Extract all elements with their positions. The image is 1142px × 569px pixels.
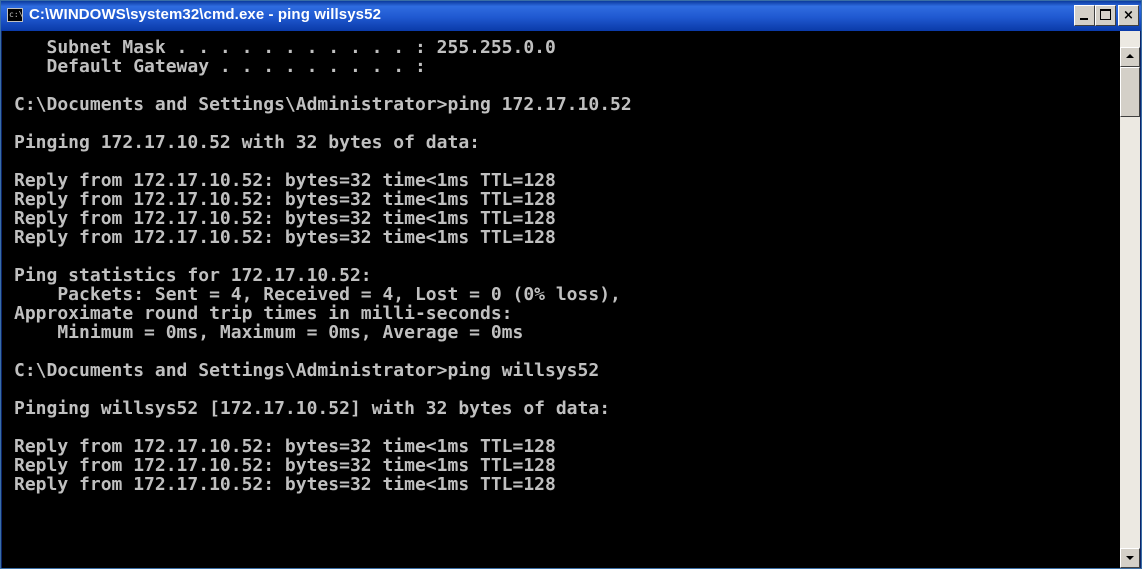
close-button[interactable]: ×	[1118, 5, 1139, 26]
minimize-icon	[1080, 18, 1088, 20]
console-line: Pinging 172.17.10.52 with 32 bytes of da…	[14, 132, 480, 153]
console-line: Reply from 172.17.10.52: bytes=32 time<1…	[14, 436, 556, 457]
console-line: Reply from 172.17.10.52: bytes=32 time<1…	[14, 170, 556, 191]
console-line: Reply from 172.17.10.52: bytes=32 time<1…	[14, 208, 556, 229]
console-output[interactable]: Subnet Mask . . . . . . . . . . . : 255.…	[2, 31, 1122, 568]
console-line: Subnet Mask . . . . . . . . . . . : 255.…	[14, 37, 556, 58]
console-line: Packets: Sent = 4, Received = 4, Lost = …	[14, 284, 621, 305]
title-bar[interactable]: c:\ C:\WINDOWS\system32\cmd.exe - ping w…	[1, 1, 1141, 31]
scroll-thumb[interactable]	[1120, 67, 1140, 117]
console-window: c:\ C:\WINDOWS\system32\cmd.exe - ping w…	[0, 0, 1142, 569]
console-line: C:\Documents and Settings\Administrator>…	[14, 360, 600, 381]
console-line: C:\Documents and Settings\Administrator>…	[14, 94, 632, 115]
maximize-button[interactable]	[1095, 5, 1116, 26]
console-line: Pinging willsys52 [172.17.10.52] with 32…	[14, 398, 611, 419]
console-line: Reply from 172.17.10.52: bytes=32 time<1…	[14, 455, 556, 476]
window-controls: ×	[1074, 5, 1139, 27]
scroll-up-button[interactable]	[1120, 47, 1140, 67]
console-line: Minimum = 0ms, Maximum = 0ms, Average = …	[14, 322, 524, 343]
minimize-button[interactable]	[1074, 5, 1095, 26]
cmd-icon[interactable]: c:\	[7, 8, 23, 22]
console-line: Reply from 172.17.10.52: bytes=32 time<1…	[14, 227, 556, 248]
window-title: C:\WINDOWS\system32\cmd.exe - ping wills…	[29, 6, 382, 23]
maximize-icon	[1100, 9, 1111, 20]
console-line: Approximate round trip times in milli-se…	[14, 303, 513, 324]
close-icon: ×	[1123, 8, 1134, 23]
arrow-up-icon	[1126, 54, 1134, 58]
console-line: Ping statistics for 172.17.10.52:	[14, 265, 372, 286]
console-line: Default Gateway . . . . . . . . . :	[14, 56, 426, 77]
console-lines: Subnet Mask . . . . . . . . . . . : 255.…	[14, 38, 632, 494]
vertical-scrollbar[interactable]	[1120, 31, 1140, 568]
console-line: Reply from 172.17.10.52: bytes=32 time<1…	[14, 189, 556, 210]
scroll-down-button[interactable]	[1120, 548, 1140, 568]
arrow-down-icon	[1126, 556, 1134, 560]
console-line: Reply from 172.17.10.52: bytes=32 time<1…	[14, 474, 556, 495]
